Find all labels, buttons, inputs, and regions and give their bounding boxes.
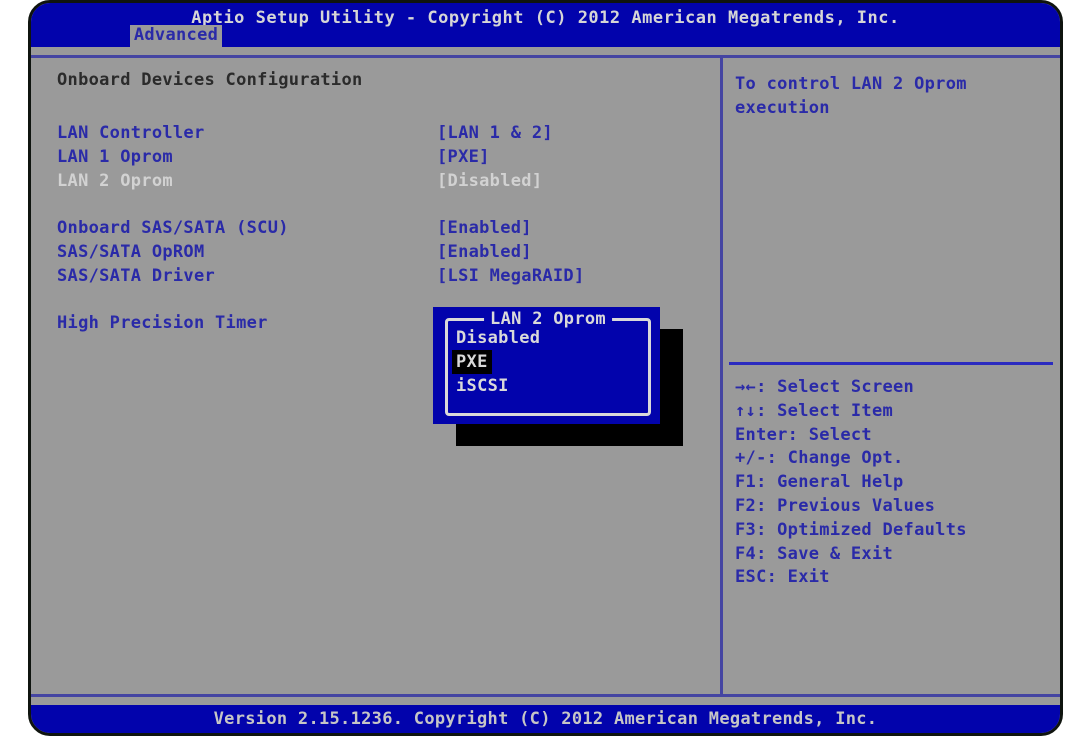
setting-group: Onboard SAS/SATA (SCU) [Enabled] SAS/SATA … <box>57 216 720 288</box>
setting-group: LAN Controller [LAN 1 & 2] LAN 1 Oprom [PXE… <box>57 121 720 193</box>
popup-option[interactable]: PXE <box>452 350 540 374</box>
key-hint-row: ↑↓: Select Item <box>735 400 894 421</box>
key-hint-row: →←: Select Screen <box>735 377 915 397</box>
key-hint-row: F2: Previous Values <box>735 495 936 516</box>
key-hint-row: F4: Save & Exit <box>735 543 894 564</box>
settings-list: LAN Controller [LAN 1 & 2] LAN 1 Oprom [PXE… <box>57 121 720 335</box>
key-hint-row: F1: General Help <box>735 472 904 493</box>
setting-label: SAS/SATA Driver <box>57 266 216 286</box>
setting-row[interactable]: SAS/SATA Driver [LSI MegaRAID] <box>57 264 720 288</box>
setting-value: [Enabled] <box>437 242 532 262</box>
setting-row[interactable]: SAS/SATA OpROM [Enabled] <box>57 240 720 264</box>
setting-value: [PXE] <box>437 147 490 167</box>
key-hint-row: ESC: Exit <box>735 567 830 588</box>
tab-advanced[interactable]: Advanced <box>130 25 222 47</box>
setting-label: High Precision Timer <box>57 313 268 333</box>
setting-value: [Disabled] <box>437 171 543 191</box>
version-text: Version 2.15.1236. Copyright (C) 2012 Am… <box>213 709 878 729</box>
setting-row[interactable]: LAN 2 Oprom [Disabled] <box>57 169 720 193</box>
popup-option-label: PXE <box>452 350 492 374</box>
setting-value: [LAN 1 & 2] <box>437 123 553 143</box>
help-panel-separator <box>729 362 1053 365</box>
setting-label: LAN Controller <box>57 123 205 143</box>
setting-row[interactable]: LAN 1 Oprom [PXE] <box>57 145 720 169</box>
bios-setup-window: Aptio Setup Utility - Copyright (C) 2012… <box>28 0 1063 736</box>
footer-separator <box>31 694 1060 697</box>
setting-value: [Enabled] <box>437 218 532 238</box>
key-hint-row: F3: Optimized Defaults <box>735 519 967 540</box>
popup-option-label: iSCSI <box>456 376 509 396</box>
popup-option-label: Disabled <box>456 328 541 348</box>
key-hint-list: →←: Select Screen ↑↓: Select Item Enter: S… <box>735 376 967 590</box>
popup-option-list: Disabled PXE iSCSI <box>452 326 540 398</box>
popup-border: LAN 2 Oprom Disabled PXE iSCSI <box>445 309 651 416</box>
setting-label: Onboard SAS/SATA (SCU) <box>57 218 289 238</box>
setting-row[interactable]: Onboard SAS/SATA (SCU) [Enabled] <box>57 216 720 240</box>
popup-option[interactable]: Disabled <box>456 326 540 350</box>
setting-value: [LSI MegaRAID] <box>437 266 585 286</box>
setting-label: SAS/SATA OpROM <box>57 242 205 262</box>
setting-label: LAN 1 Oprom <box>57 147 173 167</box>
footer-bar: Version 2.15.1236. Copyright (C) 2012 Am… <box>31 705 1060 733</box>
popup-option[interactable]: iSCSI <box>456 374 540 398</box>
help-description: To control LAN 2 Oprom execution <box>735 74 967 118</box>
help-panel: To control LAN 2 Oprom execution →←: Sel… <box>723 58 1060 694</box>
setting-label: LAN 2 Oprom <box>57 171 173 191</box>
key-hint-row: +/-: Change Opt. <box>735 448 904 469</box>
key-hint-row: Enter: Select <box>735 424 872 445</box>
section-title: Onboard Devices Configuration <box>57 70 363 90</box>
setting-row[interactable]: LAN Controller [LAN 1 & 2] <box>57 121 720 145</box>
option-popup: LAN 2 Oprom Disabled PXE iSCSI <box>433 307 660 424</box>
